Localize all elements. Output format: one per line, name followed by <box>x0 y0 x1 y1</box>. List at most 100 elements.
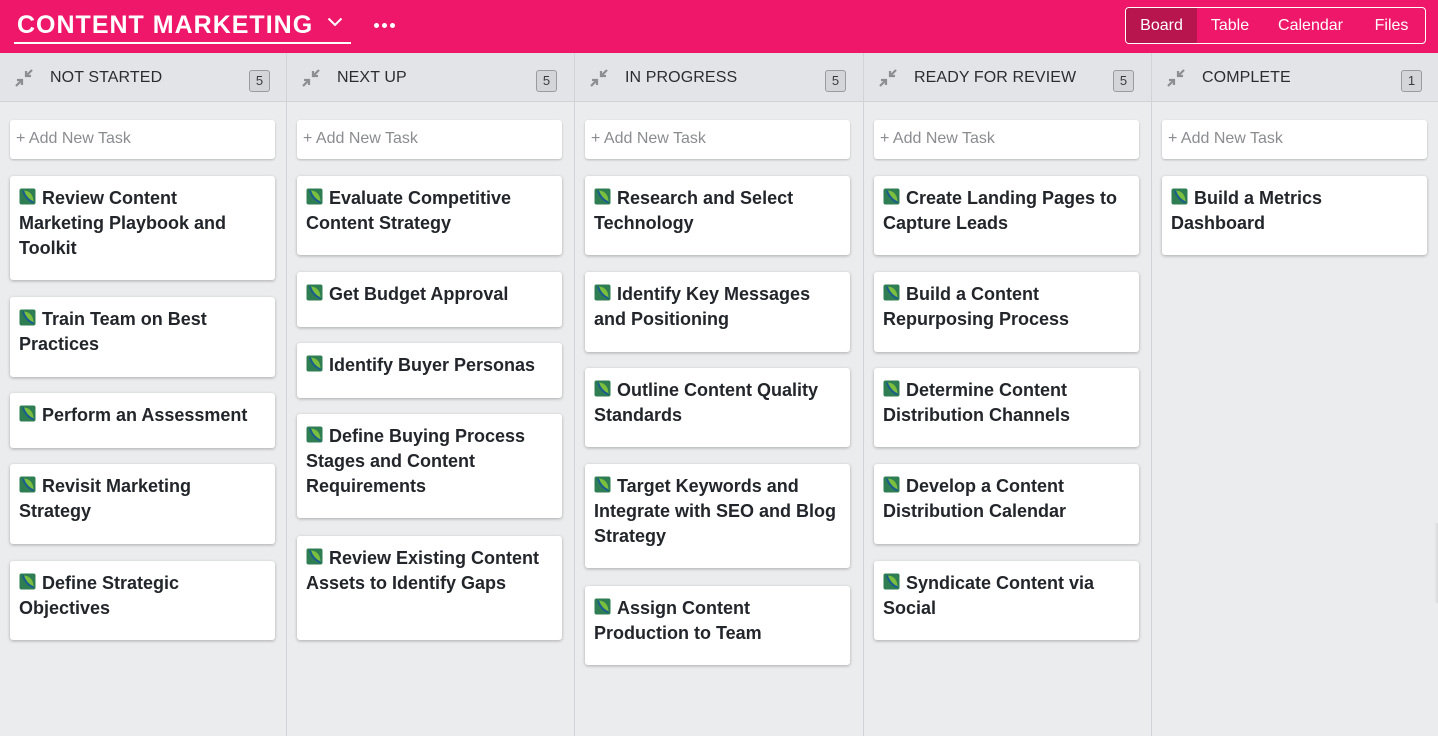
column-title: COMPLETE <box>1202 69 1291 86</box>
task-card[interactable]: Perform an Assessment <box>10 393 275 448</box>
task-icon <box>594 187 611 205</box>
task-title: Define Buying Process Stages and Content… <box>306 426 526 496</box>
column-header: IN PROGRESS 5 <box>575 53 863 102</box>
collapse-icon[interactable] <box>878 68 898 88</box>
scroll-shadow <box>1434 523 1438 603</box>
task-card[interactable]: Syndicate Content via Social <box>874 561 1139 640</box>
column-not-started: NOT STARTED 5 + Add New Task Review Cont… <box>0 53 287 736</box>
task-title: Build a Metrics Dashboard <box>1171 188 1323 233</box>
task-icon <box>19 308 36 326</box>
task-title: Get Budget Approval <box>329 284 509 304</box>
task-card[interactable]: Review Existing Content Assets to Identi… <box>297 536 562 640</box>
column-in-progress: IN PROGRESS 5 + Add New Task Research an… <box>575 53 864 736</box>
task-card[interactable]: Determine Content Distribution Channels <box>874 368 1139 447</box>
task-icon <box>1171 187 1188 205</box>
task-card[interactable]: Assign Content Production to Team <box>585 586 850 665</box>
task-count-badge: 5 <box>536 70 557 92</box>
tab-table[interactable]: Table <box>1197 8 1263 43</box>
task-card[interactable]: Evaluate Competitive Content Strategy <box>297 176 562 255</box>
add-task-button[interactable]: + Add New Task <box>10 120 275 159</box>
collapse-icon[interactable] <box>14 68 34 88</box>
column-complete: COMPLETE 1 + Add New Task Build a Metric… <box>1152 53 1438 736</box>
chevron-down-icon <box>327 17 343 27</box>
task-card[interactable]: Build a Metrics Dashboard <box>1162 176 1427 255</box>
collapse-icon[interactable] <box>589 68 609 88</box>
column-header: NEXT UP 5 <box>287 53 574 102</box>
task-count-badge: 5 <box>1113 70 1134 92</box>
task-icon <box>19 404 36 422</box>
task-icon <box>883 475 900 493</box>
task-card[interactable]: Revisit Marketing Strategy <box>10 464 275 544</box>
task-card[interactable]: Develop a Content Distribution Calendar <box>874 464 1139 544</box>
column-header: COMPLETE 1 <box>1152 53 1438 102</box>
task-title: Research and Select Technology <box>594 188 794 233</box>
task-icon <box>594 597 611 615</box>
column-ready-for-review: READY FOR REVIEW 5 + Add New Task Create… <box>864 53 1152 736</box>
task-card[interactable]: Get Budget Approval <box>297 272 562 327</box>
task-title: Outline Content Quality Standards <box>594 380 818 425</box>
task-icon <box>306 547 323 565</box>
task-title: Identify Key Messages and Positioning <box>594 284 811 329</box>
view-switcher: Board Table Calendar Files <box>1125 7 1426 44</box>
task-icon <box>19 572 36 590</box>
column-header: READY FOR REVIEW 5 <box>864 53 1151 102</box>
task-card[interactable]: Target Keywords and Integrate with SEO a… <box>585 464 850 568</box>
task-icon <box>883 187 900 205</box>
tab-files[interactable]: Files <box>1358 8 1425 43</box>
task-title: Revisit Marketing Strategy <box>19 476 192 521</box>
add-task-button[interactable]: + Add New Task <box>297 120 562 159</box>
task-icon <box>19 475 36 493</box>
task-icon <box>306 187 323 205</box>
board-title-dropdown[interactable]: CONTENT MARKETING <box>14 8 352 44</box>
task-title: Train Team on Best Practices <box>19 309 207 354</box>
collapse-icon[interactable] <box>301 68 321 88</box>
task-card[interactable]: Identify Key Messages and Positioning <box>585 272 850 352</box>
task-card[interactable]: Outline Content Quality Standards <box>585 368 850 447</box>
task-card[interactable]: Identify Buyer Personas <box>297 343 562 398</box>
task-title: Target Keywords and Integrate with SEO a… <box>594 476 837 546</box>
tab-calendar[interactable]: Calendar <box>1263 8 1358 43</box>
top-bar: CONTENT MARKETING Board Table Calendar F… <box>0 0 1438 53</box>
task-count-badge: 5 <box>249 70 270 92</box>
task-card[interactable]: Define Buying Process Stages and Content… <box>297 414 562 518</box>
task-title: Syndicate Content via Social <box>883 573 1095 618</box>
kanban-board: NOT STARTED 5 + Add New Task Review Cont… <box>0 53 1438 736</box>
column-next-up: NEXT UP 5 + Add New Task Evaluate Compet… <box>287 53 575 736</box>
task-card[interactable]: Review Content Marketing Playbook and To… <box>10 176 275 280</box>
task-title: Develop a Content Distribution Calendar <box>883 476 1067 521</box>
task-title: Build a Content Repurposing Process <box>883 284 1070 329</box>
task-title: Review Content Marketing Playbook and To… <box>19 188 227 258</box>
board-title: CONTENT MARKETING <box>17 11 314 39</box>
task-icon <box>306 283 323 301</box>
add-task-button[interactable]: + Add New Task <box>585 120 850 159</box>
task-title: Identify Buyer Personas <box>329 355 536 375</box>
task-card[interactable]: Define Strategic Objectives <box>10 561 275 640</box>
task-card[interactable]: Train Team on Best Practices <box>10 297 275 377</box>
task-icon <box>19 187 36 205</box>
task-title: Review Existing Content Assets to Identi… <box>306 548 540 593</box>
task-card[interactable]: Build a Content Repurposing Process <box>874 272 1139 352</box>
task-title: Assign Content Production to Team <box>594 598 762 643</box>
collapse-icon[interactable] <box>1166 68 1186 88</box>
task-icon <box>594 283 611 301</box>
task-title: Determine Content Distribution Channels <box>883 380 1071 425</box>
column-header: NOT STARTED 5 <box>0 53 286 102</box>
task-icon <box>594 379 611 397</box>
task-title: Create Landing Pages to Capture Leads <box>883 188 1118 233</box>
column-title: NOT STARTED <box>50 69 163 86</box>
task-card[interactable]: Research and Select Technology <box>585 176 850 255</box>
add-task-button[interactable]: + Add New Task <box>874 120 1139 159</box>
more-options-icon[interactable] <box>374 18 395 28</box>
task-icon <box>883 283 900 301</box>
task-title: Perform an Assessment <box>42 405 248 425</box>
column-title: READY FOR REVIEW <box>914 69 1077 86</box>
add-task-button[interactable]: + Add New Task <box>1162 120 1427 159</box>
task-icon <box>306 354 323 372</box>
task-icon <box>594 475 611 493</box>
task-icon <box>883 379 900 397</box>
task-card[interactable]: Create Landing Pages to Capture Leads <box>874 176 1139 255</box>
task-count-badge: 5 <box>825 70 846 92</box>
tab-board[interactable]: Board <box>1126 8 1197 43</box>
task-title: Evaluate Competitive Content Strategy <box>306 188 512 233</box>
task-title: Define Strategic Objectives <box>19 573 180 618</box>
